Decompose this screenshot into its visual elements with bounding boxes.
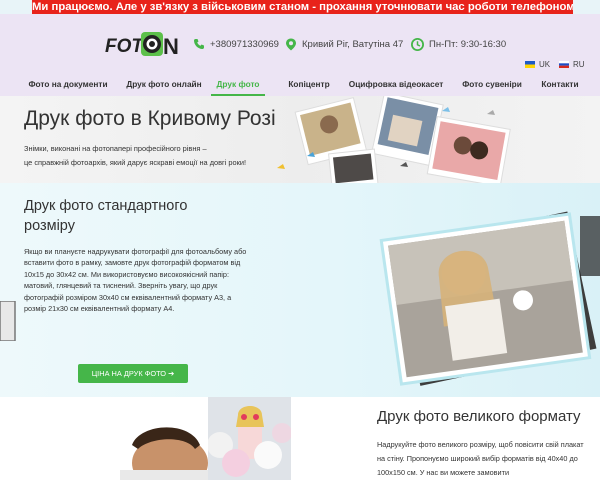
header-address: Кривий Ріг, Ватутіна 47 [285, 38, 403, 52]
nav-item-id-photos[interactable]: Фото на документи [28, 76, 108, 96]
price-button-label[interactable]: ЦІНА НА ДРУК ФОТО [92, 369, 166, 378]
woman-balloons-photo [208, 397, 291, 480]
phone-number[interactable]: +380971330969 [210, 39, 279, 50]
hero-photo-collage [277, 96, 511, 183]
site-header: FOT N +380971330969 Кривий Ріг, Ватутіна… [0, 14, 600, 96]
foton-logo[interactable]: FOT N [105, 30, 183, 58]
lang-uk-label[interactable]: UK [539, 60, 550, 69]
svg-text:N: N [163, 34, 179, 58]
arrow-right-icon: ➔ [168, 369, 175, 378]
nav-item-online-print[interactable]: Друк фото онлайн [124, 76, 204, 96]
large-print-title: Друк фото великого формату [377, 408, 581, 425]
address-text: Кривий Ріг, Ватутіна 47 [302, 39, 404, 51]
nav-item-copy-center[interactable]: Копіцентр [284, 76, 334, 96]
hero-subtitle-line-1: Знімки, виконані на фотопапері професійн… [24, 144, 207, 153]
partial-photo-left [0, 301, 16, 341]
russia-flag-icon [559, 61, 569, 69]
lang-uk[interactable]: UK [525, 60, 550, 70]
price-button[interactable]: ЦІНА НА ДРУК ФОТО ➔ [78, 364, 188, 383]
nav-item-video-digitizing[interactable]: Оцифровка відеокасет [348, 76, 444, 96]
lang-ru[interactable]: RU [559, 60, 585, 70]
nav-item-souvenirs[interactable]: Фото сувеніри [460, 76, 524, 96]
lang-ru-label[interactable]: RU [573, 60, 585, 69]
phone-icon [194, 39, 204, 50]
large-print-section: Друк фото великого формату Надрукуйте фо… [0, 397, 600, 480]
ukraine-flag-icon [525, 61, 535, 69]
nav-item-contacts[interactable]: Контакти [538, 76, 582, 96]
hero-subtitle-line-2: це справжній фотоархів, який дарує яскра… [24, 158, 247, 167]
page-title: Друк фото в Кривому Розі [24, 107, 276, 130]
man-photo [120, 427, 210, 480]
large-print-text: Надрукуйте фото великого розміру, щоб по… [377, 440, 584, 478]
alert-strip: Ми працюємо. Але у зв'язку з військовим … [0, 0, 600, 14]
standard-print-text: Якщо ви плануєте надрукувати фотографії … [24, 247, 247, 314]
nav-item-photo-print[interactable]: Друк фото [211, 76, 265, 96]
main-nav: Фото на документи Друк фото онлайн Друк … [0, 76, 600, 96]
header-hours: Пн-Пт: 9:30-16:30 [411, 38, 506, 52]
wartime-notice: Ми працюємо. Але у зв'язку з військовим … [32, 0, 573, 14]
hero-section: Друк фото в Кривому Розі Знімки, виконан… [0, 96, 600, 183]
svg-text:FOT: FOT [105, 36, 144, 57]
map-marker-icon [286, 38, 296, 51]
standard-print-title: Друк фото стандартного розміру [24, 198, 188, 234]
header-phone[interactable]: +380971330969 [193, 38, 279, 52]
standard-print-section: Друк фото стандартного розміру Якщо ви п… [0, 183, 600, 397]
hours-text: Пн-Пт: 9:30-16:30 [429, 39, 507, 51]
clock-icon [411, 38, 424, 51]
photo-stack-image [379, 211, 600, 386]
